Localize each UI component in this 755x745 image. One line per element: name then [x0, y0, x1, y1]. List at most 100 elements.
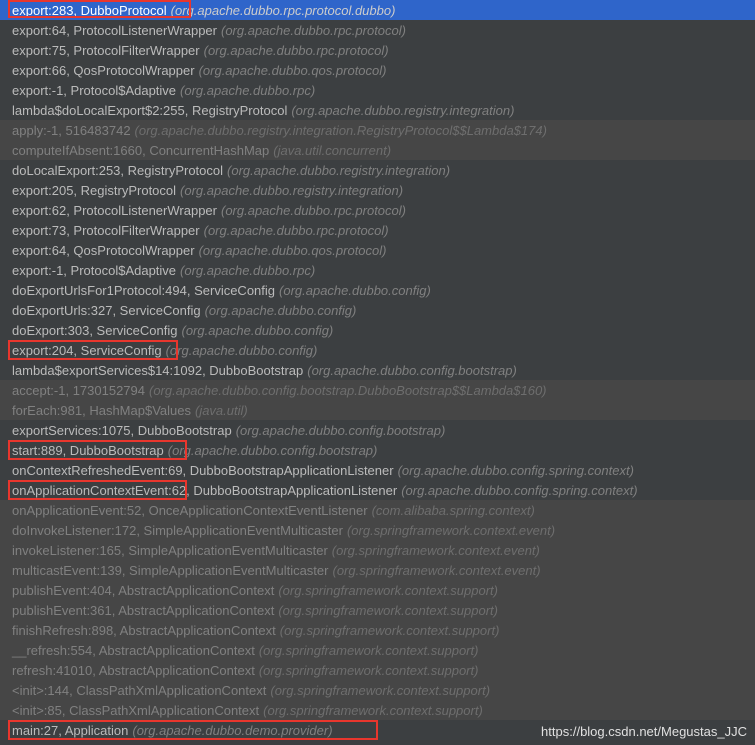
frame-method-text: apply:-1, 516483742: [12, 123, 131, 138]
frame-method-text: onContextRefreshedEvent:69, DubboBootstr…: [12, 463, 394, 478]
stack-frame-row[interactable]: onApplicationContextEvent:62, DubboBoots…: [0, 480, 755, 500]
frame-package-text: (org.apache.dubbo.config): [205, 303, 357, 318]
frame-method-text: doInvokeListener:172, SimpleApplicationE…: [12, 523, 343, 538]
stack-frame-row[interactable]: export:75, ProtocolFilterWrapper (org.apa…: [0, 40, 755, 60]
frame-package-text: (org.apache.dubbo.qos.protocol): [199, 63, 387, 78]
frame-package-text: (org.apache.dubbo.rpc.protocol): [221, 203, 406, 218]
frame-method-text: doExportUrls:327, ServiceConfig: [12, 303, 201, 318]
frame-package-text: (org.apache.dubbo.config.bootstrap): [307, 363, 517, 378]
frame-method-text: __refresh:554, AbstractApplicationContex…: [12, 643, 255, 658]
frame-package-text: (org.apache.dubbo.rpc): [180, 83, 315, 98]
frame-method-text: publishEvent:361, AbstractApplicationCon…: [12, 603, 274, 618]
frame-method-text: <init>:85, ClassPathXmlApplicationContex…: [12, 703, 259, 718]
stack-frame-row[interactable]: <init>:85, ClassPathXmlApplicationContex…: [0, 700, 755, 720]
frame-method-text: export:75, ProtocolFilterWrapper: [12, 43, 200, 58]
frame-package-text: (org.apache.dubbo.rpc.protocol.dubbo): [171, 3, 396, 18]
frame-method-text: export:64, ProtocolListenerWrapper: [12, 23, 217, 38]
frame-method-text: onApplicationEvent:52, OnceApplicationCo…: [12, 503, 368, 518]
frame-package-text: (org.apache.dubbo.config): [279, 283, 431, 298]
stack-frame-row[interactable]: doInvokeListener:172, SimpleApplicationE…: [0, 520, 755, 540]
frame-method-text: export:-1, Protocol$Adaptive: [12, 263, 176, 278]
stack-frame-row[interactable]: doExportUrls:327, ServiceConfig (org.apac…: [0, 300, 755, 320]
stack-frame-row[interactable]: export:62, ProtocolListenerWrapper (org.a…: [0, 200, 755, 220]
stack-frame-row[interactable]: export:64, ProtocolListenerWrapper(org.a…: [0, 20, 755, 40]
stack-frame-row[interactable]: finishRefresh:898, AbstractApplicationCo…: [0, 620, 755, 640]
stack-frames-list[interactable]: export:283, DubboProtocol (org.apache.dub…: [0, 0, 755, 740]
frame-method-text: export:204, ServiceConfig: [12, 343, 162, 358]
stack-frame-row[interactable]: export:204, ServiceConfig(org.apache.dub…: [0, 340, 755, 360]
frame-method-text: export:66, QosProtocolWrapper: [12, 63, 195, 78]
stack-frame-row[interactable]: export:73, ProtocolFilterWrapper(org.apa…: [0, 220, 755, 240]
frame-package-text: (com.alibaba.spring.context): [372, 503, 535, 518]
frame-package-text: (org.apache.dubbo.demo.provider): [132, 723, 332, 738]
stack-frame-row[interactable]: lambda$exportServices$14:1092, DubboBoot…: [0, 360, 755, 380]
stack-frame-row[interactable]: doExport:303, ServiceConfig (org.apache.d…: [0, 320, 755, 340]
stack-frame-row[interactable]: apply:-1, 516483742 (org.apache.dubbo.reg…: [0, 120, 755, 140]
frame-package-text: (org.apache.dubbo.registry.integration): [180, 183, 403, 198]
stack-frame-row[interactable]: export:-1, Protocol$Adaptive (org.apache.…: [0, 260, 755, 280]
stack-frame-row[interactable]: lambda$doLocalExport$2:255, RegistryProt…: [0, 100, 755, 120]
frame-method-text: finishRefresh:898, AbstractApplicationCo…: [12, 623, 276, 638]
frame-method-text: invokeListener:165, SimpleApplicationEve…: [12, 543, 328, 558]
frame-package-text: (org.springframework.context.support): [278, 583, 498, 598]
frame-package-text: (org.springframework.context.event): [332, 563, 540, 578]
stack-frame-row[interactable]: accept:-1, 1730152794(org.apache.dubbo.c…: [0, 380, 755, 400]
frame-method-text: doExport:303, ServiceConfig: [12, 323, 177, 338]
frame-method-text: doLocalExport:253, RegistryProtocol: [12, 163, 223, 178]
stack-frame-row[interactable]: export:66, QosProtocolWrapper (org.apache…: [0, 60, 755, 80]
stack-frame-row[interactable]: doExportUrlsFor1Protocol:494, ServiceCon…: [0, 280, 755, 300]
stack-frame-row[interactable]: export:283, DubboProtocol (org.apache.dub…: [0, 0, 755, 20]
frame-package-text: (org.apache.dubbo.registry.integration.R…: [135, 123, 547, 138]
frame-package-text: (org.springframework.context.support): [278, 603, 498, 618]
stack-frame-row[interactable]: doLocalExport:253, RegistryProtocol (org.…: [0, 160, 755, 180]
stack-frame-row[interactable]: multicastEvent:139, SimpleApplicationEve…: [0, 560, 755, 580]
frame-package-text: (org.apache.dubbo.rpc.protocol): [204, 223, 389, 238]
stack-frame-row[interactable]: onContextRefreshedEvent:69, DubboBootstr…: [0, 460, 755, 480]
frame-package-text: (java.util): [195, 403, 248, 418]
frame-package-text: (org.apache.dubbo.config.bootstrap): [236, 423, 446, 438]
frame-package-text: (org.springframework.context.support): [259, 663, 479, 678]
watermark-text: https://blog.csdn.net/Megustas_JJC: [541, 724, 747, 739]
stack-frame-row[interactable]: export:64, QosProtocolWrapper(org.apache…: [0, 240, 755, 260]
stack-frame-row[interactable]: <init>:144, ClassPathXmlApplicationConte…: [0, 680, 755, 700]
frame-method-text: lambda$exportServices$14:1092, DubboBoot…: [12, 363, 303, 378]
frame-package-text: (org.apache.dubbo.rpc.protocol): [204, 43, 389, 58]
frame-package-text: (org.apache.dubbo.config.bootstrap): [168, 443, 378, 458]
frame-method-text: computeIfAbsent:1660, ConcurrentHashMap: [12, 143, 269, 158]
frame-method-text: export:64, QosProtocolWrapper: [12, 243, 195, 258]
frame-method-text: multicastEvent:139, SimpleApplicationEve…: [12, 563, 328, 578]
frame-method-text: forEach:981, HashMap$Values: [12, 403, 191, 418]
stack-frame-row[interactable]: onApplicationEvent:52, OnceApplicationCo…: [0, 500, 755, 520]
frame-package-text: (org.springframework.context.event): [332, 543, 540, 558]
stack-frame-row[interactable]: forEach:981, HashMap$Values (java.util): [0, 400, 755, 420]
frame-method-text: start:889, DubboBootstrap: [12, 443, 164, 458]
frame-method-text: publishEvent:404, AbstractApplicationCon…: [12, 583, 274, 598]
frame-method-text: doExportUrlsFor1Protocol:494, ServiceCon…: [12, 283, 275, 298]
frame-method-text: export:-1, Protocol$Adaptive: [12, 83, 176, 98]
stack-frame-row[interactable]: refresh:41010, AbstractApplicationContex…: [0, 660, 755, 680]
frame-package-text: (java.util.concurrent): [273, 143, 391, 158]
frame-method-text: main:27, Application: [12, 723, 128, 738]
frame-method-text: export:62, ProtocolListenerWrapper: [12, 203, 217, 218]
frame-method-text: exportServices:1075, DubboBootstrap: [12, 423, 232, 438]
frame-package-text: (org.springframework.context.support): [270, 683, 490, 698]
frame-package-text: (org.apache.dubbo.registry.integration): [291, 103, 514, 118]
frame-method-text: export:283, DubboProtocol: [12, 3, 167, 18]
stack-frame-row[interactable]: computeIfAbsent:1660, ConcurrentHashMap (…: [0, 140, 755, 160]
stack-frame-row[interactable]: publishEvent:361, AbstractApplicationCon…: [0, 600, 755, 620]
frame-package-text: (org.springframework.context.event): [347, 523, 555, 538]
stack-frame-row[interactable]: invokeListener:165, SimpleApplicationEve…: [0, 540, 755, 560]
frame-package-text: (org.apache.dubbo.rpc): [180, 263, 315, 278]
frame-package-text: (org.apache.dubbo.registry.integration): [227, 163, 450, 178]
stack-frame-row[interactable]: exportServices:1075, DubboBootstrap (org.…: [0, 420, 755, 440]
frame-package-text: (org.springframework.context.support): [259, 643, 479, 658]
stack-frame-row[interactable]: __refresh:554, AbstractApplicationContex…: [0, 640, 755, 660]
frame-package-text: (org.apache.dubbo.config): [181, 323, 333, 338]
frame-method-text: refresh:41010, AbstractApplicationContex…: [12, 663, 255, 678]
frame-method-text: export:205, RegistryProtocol: [12, 183, 176, 198]
stack-frame-row[interactable]: export:-1, Protocol$Adaptive (org.apache.…: [0, 80, 755, 100]
frame-package-text: (org.springframework.context.support): [263, 703, 483, 718]
stack-frame-row[interactable]: publishEvent:404, AbstractApplicationCon…: [0, 580, 755, 600]
stack-frame-row[interactable]: export:205, RegistryProtocol (org.apache.…: [0, 180, 755, 200]
stack-frame-row[interactable]: start:889, DubboBootstrap (org.apache.dub…: [0, 440, 755, 460]
